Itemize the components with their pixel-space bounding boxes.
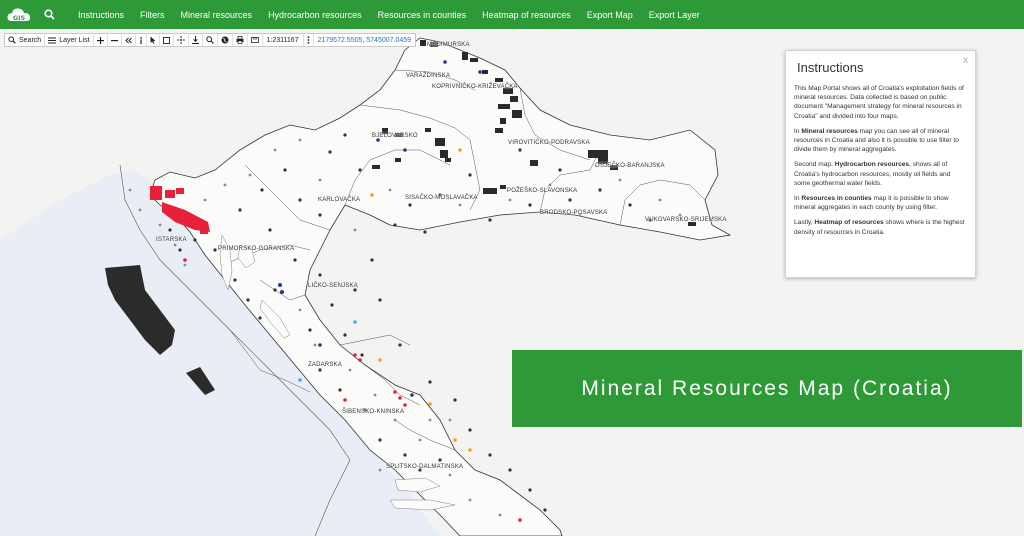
nav-heatmap-of-resources[interactable]: Heatmap of resources: [482, 10, 571, 20]
plus-icon: [96, 36, 104, 44]
more-options-button[interactable]: [304, 34, 314, 46]
pan-button[interactable]: [174, 34, 189, 46]
toolbar-search-label: Search: [19, 36, 42, 44]
minus-icon: [110, 39, 118, 41]
county-label-pozesko-slavonska: POŽEŠKO-SLAVONSKA: [507, 188, 578, 194]
previous-extent-button[interactable]: [122, 34, 136, 46]
county-label-varazdinska: VARAŽDINSKA: [406, 73, 451, 79]
county-label-koprivnicko-krizevacka: KOPRIVNIČKO-KRIŽEVAČKA: [432, 84, 518, 90]
search-icon: [8, 36, 16, 44]
map-toolbar: Search Layer List 1:2311167 2179572.5505…: [4, 33, 417, 47]
move-icon: [176, 36, 185, 44]
nav-filters[interactable]: Filters: [140, 10, 165, 20]
nav-hydrocarbon-resources[interactable]: Hydrocarbon resources: [268, 10, 362, 20]
panel-paragraph-heatmap: Lastly, Heatmap of resources shows where…: [794, 219, 965, 236]
panel-paragraph-mineral: In Mineral resources map you can see all…: [794, 127, 959, 154]
search-icon[interactable]: [36, 0, 62, 29]
county-label-licko-senjska: LIČKO-SENJSKA: [308, 283, 358, 289]
pointer-icon: [150, 36, 156, 44]
top-navbar: GIS Instructions Filters Mineral resourc…: [0, 0, 1024, 29]
county-label-karlovacka: KARLOVAČKA: [318, 197, 361, 203]
county-label-istarska: ISTARSKA: [156, 237, 187, 243]
printer-icon: [236, 36, 244, 44]
zoom-in-button[interactable]: [94, 34, 108, 46]
select-pointer-button[interactable]: [147, 34, 160, 46]
county-label-osjecko-baranjska: OSJEČKO-BARANJSKA: [595, 163, 665, 169]
globe-icon: [221, 36, 229, 44]
gis-cloud-logo[interactable]: GIS: [2, 0, 36, 29]
toolbar-search-button[interactable]: Search: [5, 34, 46, 46]
measure-button[interactable]: [248, 34, 263, 46]
zoom-out-button[interactable]: [108, 34, 122, 46]
panel-paragraph-counties: In Resources in counties map it is possi…: [794, 195, 949, 212]
coordinate-readout: 2179572.5505, 5745007.0459: [317, 36, 412, 44]
nav-resources-in-counties[interactable]: Resources in counties: [378, 10, 467, 20]
county-label-medimurska: MEĐIMURSKA: [427, 42, 470, 48]
list-icon: [48, 37, 57, 43]
panel-title: Instructions: [797, 60, 864, 75]
nav-export-layer[interactable]: Export Layer: [649, 10, 700, 20]
title-banner: Mineral Resources Map (Croatia): [512, 350, 1022, 427]
instructions-panel: x Instructions This Map Portal shows all…: [785, 50, 976, 278]
print-button[interactable]: [233, 34, 248, 46]
county-label-bjelovarsko: BJELOVARSKO: [372, 133, 418, 139]
county-label-zadarska: ZADARSKA: [308, 362, 342, 368]
globe-button[interactable]: [218, 34, 233, 46]
panel-paragraph-intro: This Map Portal shows all of Croatia's e…: [794, 85, 964, 120]
nav-export-map[interactable]: Export Map: [587, 10, 633, 20]
county-label-viroviticko-podravska: VIROVITIČKO-PODRAVSKA: [508, 140, 590, 146]
nav-mineral-resources[interactable]: Mineral resources: [181, 10, 253, 20]
zoom-to-button[interactable]: [203, 34, 218, 46]
county-label-brodsko-posavska: BRODSKO-POSAVSKA: [540, 210, 608, 216]
square-icon: [162, 36, 170, 44]
panel-paragraph-hydrocarbon: Second map, Hydrocarbon resources, shows…: [794, 161, 951, 187]
toolbar-layer-list-label: Layer List: [59, 36, 90, 44]
info-icon: [139, 36, 142, 44]
box-select-button[interactable]: [160, 34, 174, 46]
close-icon[interactable]: x: [963, 55, 968, 66]
county-label-vukovarsko-srijemska: VUKOVARSKO-SRIJEMSKA: [645, 217, 727, 223]
banner-title: Mineral Resources Map (Croatia): [581, 376, 953, 400]
county-label-sisacko-moslavacka: SISAČKO-MOSLAVAČKA: [405, 195, 478, 201]
ruler-icon: [250, 37, 259, 43]
county-label-splitsko-dalmatinska: SPLITSKO-DALMATINSKA: [386, 464, 464, 470]
double-chevron-left-icon: [124, 37, 132, 43]
county-label-sibensko-kninska: ŠIBENSKO-KNINSKA: [342, 409, 405, 415]
download-button[interactable]: [189, 34, 203, 46]
scale-display[interactable]: 1:2311167: [263, 34, 304, 46]
logo-text: GIS: [13, 14, 26, 22]
vertical-dots-icon: [307, 36, 310, 44]
nav-instructions[interactable]: Instructions: [78, 10, 124, 20]
info-button[interactable]: [136, 34, 147, 46]
download-icon: [191, 36, 199, 44]
magnifier-icon: [205, 36, 214, 44]
toolbar-layer-list-button[interactable]: Layer List: [45, 34, 94, 46]
county-label-primorsko-goranska: PRIMORSKO-GORANSKA: [218, 246, 295, 252]
